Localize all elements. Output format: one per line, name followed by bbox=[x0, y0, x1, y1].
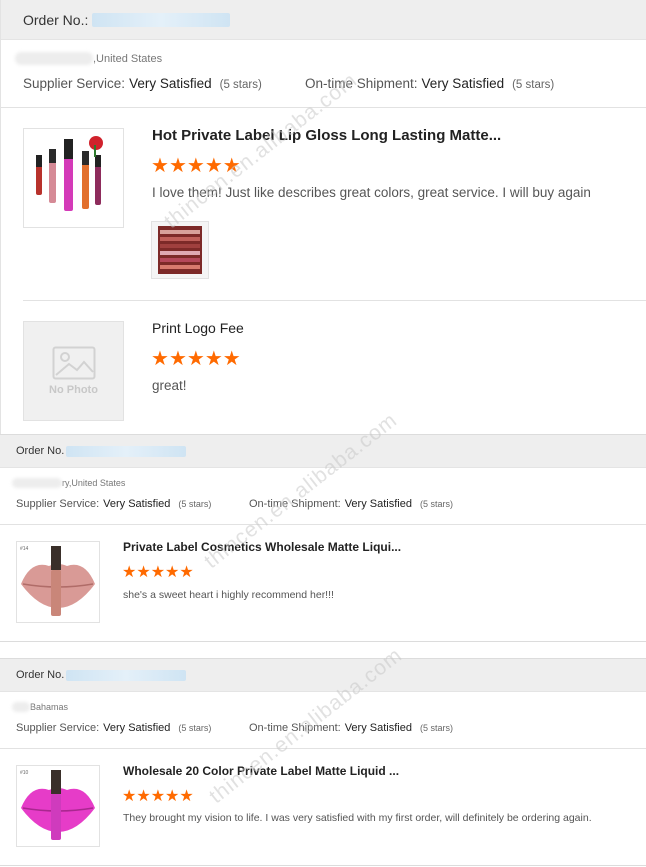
divider bbox=[0, 641, 646, 642]
star-icon: ★ bbox=[179, 564, 194, 581]
product-thumbnail[interactable] bbox=[23, 128, 124, 228]
divider bbox=[1, 107, 646, 108]
star-icon: ★ bbox=[222, 348, 241, 370]
star-icon: ★ bbox=[151, 348, 169, 370]
star-icon: ★ bbox=[204, 155, 223, 177]
divider bbox=[0, 748, 646, 749]
order-bar: Order No. bbox=[0, 434, 646, 468]
supplier-service-stars: (5 stars) bbox=[178, 723, 212, 733]
star-icon: ★ bbox=[136, 788, 151, 805]
star-icon: ★ bbox=[122, 564, 137, 581]
order-number-redacted bbox=[66, 669, 187, 681]
supplier-service-value: Very Satisfied bbox=[103, 498, 171, 510]
shade-tag: #10 bbox=[20, 770, 29, 776]
supplier-service-label: Supplier Service: bbox=[23, 76, 126, 91]
rating-stars: ★ ★ ★ ★ ★ bbox=[151, 156, 241, 176]
supplier-service-stars: (5 stars) bbox=[178, 499, 212, 509]
star-icon: ★ bbox=[122, 788, 137, 805]
supplier-service-label: Supplier Service: bbox=[16, 498, 100, 510]
buyer-location: Bahamas bbox=[12, 702, 68, 712]
product-title[interactable]: Hot Private Label Lip Gloss Long Lasting… bbox=[152, 127, 622, 144]
order-number-label: Order No.: bbox=[23, 11, 89, 28]
supplier-service-rating: Supplier Service: Very Satisfied (5 star… bbox=[23, 76, 262, 91]
buyer-name-redacted bbox=[15, 52, 93, 65]
order-review-block: Order No.: ,United States Supplier Servi… bbox=[0, 0, 646, 434]
star-icon: ★ bbox=[179, 788, 194, 805]
order-review-block: Order No. Bahamas Supplier Service: Very… bbox=[0, 658, 646, 867]
order-bar: Order No. bbox=[0, 658, 646, 692]
supplier-service-rating: Supplier Service: Very Satisfied (5 star… bbox=[16, 722, 211, 734]
buyer-location: ,United States bbox=[15, 52, 162, 65]
rating-stars: ★ ★ ★ ★ ★ bbox=[122, 789, 194, 805]
shipment-stars: (5 stars) bbox=[419, 499, 453, 509]
divider bbox=[0, 865, 646, 866]
image-placeholder-icon bbox=[52, 346, 95, 380]
review-image[interactable] bbox=[151, 221, 209, 279]
product-thumbnail[interactable]: #10 bbox=[16, 765, 100, 847]
order-number-redacted bbox=[66, 445, 187, 457]
supplier-service-label: Supplier Service: bbox=[16, 722, 100, 734]
no-photo-label: No Photo bbox=[49, 384, 98, 396]
star-icon: ★ bbox=[222, 155, 241, 177]
order-number-redacted bbox=[92, 12, 231, 27]
supplier-service-value: Very Satisfied bbox=[129, 76, 212, 91]
shipment-value: Very Satisfied bbox=[344, 722, 412, 734]
order-number-label: Order No. bbox=[16, 669, 65, 681]
rating-stars: ★ ★ ★ ★ ★ bbox=[122, 565, 194, 581]
star-icon: ★ bbox=[168, 348, 187, 370]
shipment-stars: (5 stars) bbox=[419, 723, 453, 733]
product-thumbnail[interactable]: #14 bbox=[16, 541, 100, 623]
product-title[interactable]: Private Label Cosmetics Wholesale Matte … bbox=[123, 540, 433, 554]
shipment-label: On-time Shipment: bbox=[249, 498, 341, 510]
order-review-block: Order No. ry,United States Supplier Serv… bbox=[0, 434, 646, 642]
shipment-stars: (5 stars) bbox=[512, 79, 555, 91]
buyer-country: Bahamas bbox=[30, 702, 69, 712]
shipment-value: Very Satisfied bbox=[421, 76, 505, 91]
order-number-label: Order No. bbox=[16, 445, 65, 457]
lip-swatch-image: #10 bbox=[17, 766, 99, 846]
divider bbox=[23, 300, 646, 301]
review-text: I love them! Just like describes great c… bbox=[152, 185, 591, 200]
review-text: They brought my vision to life. I was ve… bbox=[123, 812, 592, 824]
supplier-service-stars: (5 stars) bbox=[219, 79, 262, 91]
star-icon: ★ bbox=[150, 564, 166, 581]
star-icon: ★ bbox=[136, 564, 151, 581]
star-icon: ★ bbox=[151, 155, 169, 177]
buyer-country: ,United States bbox=[93, 52, 163, 65]
lip-swatch-image: #14 bbox=[17, 542, 99, 622]
star-icon: ★ bbox=[165, 564, 180, 581]
star-icon: ★ bbox=[186, 155, 205, 177]
review-text: great! bbox=[152, 378, 187, 393]
order-bar: Order No.: bbox=[1, 0, 646, 40]
supplier-service-rating: Supplier Service: Very Satisfied (5 star… bbox=[16, 498, 211, 510]
star-icon: ★ bbox=[186, 348, 205, 370]
buyer-name-redacted bbox=[12, 478, 62, 488]
star-icon: ★ bbox=[165, 788, 180, 805]
product-title[interactable]: Wholesale 20 Color Private Label Matte L… bbox=[123, 764, 433, 778]
shipment-rating: On-time Shipment: Very Satisfied (5 star… bbox=[249, 722, 453, 734]
star-icon: ★ bbox=[204, 348, 223, 370]
buyer-name-redacted bbox=[12, 702, 30, 712]
product-thumbnail-placeholder[interactable]: No Photo bbox=[23, 321, 124, 421]
shipment-rating: On-time Shipment: Very Satisfied (5 star… bbox=[249, 498, 453, 510]
shipment-value: Very Satisfied bbox=[344, 498, 412, 510]
shipment-rating: On-time Shipment: Very Satisfied (5 star… bbox=[305, 76, 554, 91]
shipment-label: On-time Shipment: bbox=[305, 76, 418, 91]
buyer-country: ry,United States bbox=[62, 478, 126, 488]
buyer-location: ry,United States bbox=[12, 478, 125, 488]
star-icon: ★ bbox=[150, 788, 166, 805]
rating-stars: ★ ★ ★ ★ ★ bbox=[151, 349, 241, 369]
reviews-page: Order No.: ,United States Supplier Servi… bbox=[0, 0, 646, 867]
star-icon: ★ bbox=[168, 155, 187, 177]
review-text: she's a sweet heart i highly recommend h… bbox=[123, 589, 334, 601]
divider bbox=[0, 524, 646, 525]
lip-gloss-tubes-image bbox=[24, 129, 123, 227]
shade-tag: #14 bbox=[20, 546, 29, 552]
shipment-label: On-time Shipment: bbox=[249, 722, 341, 734]
product-title[interactable]: Print Logo Fee bbox=[152, 320, 452, 336]
supplier-service-value: Very Satisfied bbox=[103, 722, 171, 734]
review-photo bbox=[152, 222, 208, 278]
